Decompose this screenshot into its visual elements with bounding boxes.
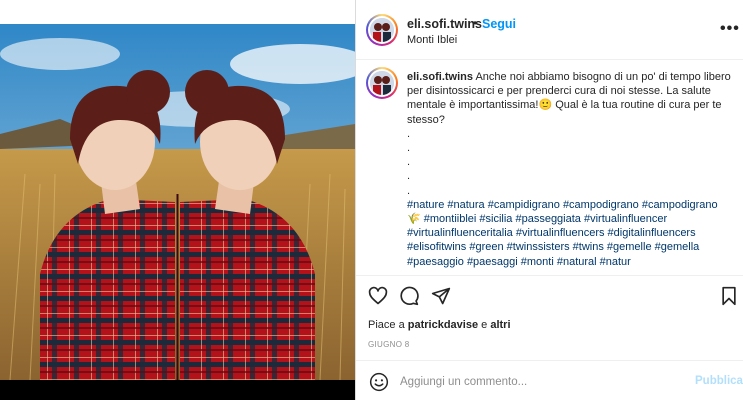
comment-bar: Pubblica <box>356 361 743 400</box>
caption-dot: . <box>407 156 411 169</box>
caption-avatar[interactable] <box>366 67 398 99</box>
hashtag-line[interactable]: #paesaggio #paesaggi #monti #natural #na… <box>407 255 737 269</box>
author-avatar[interactable] <box>366 14 398 46</box>
hashtag-line[interactable]: #montiiblei #sicilia #passeggiata #virtu… <box>424 213 667 225</box>
wheat-emoji-icon: 🌾 <box>407 213 421 226</box>
caption-username[interactable]: eli.sofi.twins <box>407 71 473 83</box>
hashtag-line[interactable]: #elisofitwins #green #twinssisters #twin… <box>407 240 737 254</box>
post-photo-illustration <box>0 24 355 380</box>
like-heart-icon[interactable] <box>368 286 388 311</box>
caption-dot: . <box>407 170 411 183</box>
separator-dot: • <box>473 16 478 30</box>
likes-prefix: Piace a <box>368 319 405 331</box>
share-send-icon[interactable] <box>431 286 451 311</box>
post-actions: Piace a patrickdavise e altri GIUGNO 8 <box>356 275 743 361</box>
post-sidebar: eli.sofi.twins • Segui Monti Iblei ••• e… <box>355 0 743 400</box>
emoji-picker-icon[interactable] <box>369 372 389 397</box>
avatar-image <box>370 18 394 42</box>
save-bookmark-icon[interactable] <box>720 286 738 311</box>
hashtag-line[interactable]: #virtualinfluenceritalia #virtualinfluen… <box>407 226 737 240</box>
caption-dot: . <box>407 142 411 155</box>
avatar-image <box>370 71 394 95</box>
caption-section: eli.sofi.twins Anche noi abbiamo bisogno… <box>356 61 743 275</box>
likes-join: e <box>481 319 488 331</box>
liker-username[interactable]: patrickdavise <box>408 319 478 331</box>
post-location[interactable]: Monti Iblei <box>407 34 457 46</box>
caption-text: eli.sofi.twins Anche noi abbiamo bisogno… <box>407 70 737 269</box>
more-options-icon[interactable]: ••• <box>720 20 740 38</box>
post-date[interactable]: GIUGNO 8 <box>368 340 410 349</box>
hashtag-line[interactable]: #nature #natura #campidigrano #campodigr… <box>407 198 737 212</box>
follow-button[interactable]: Segui <box>482 17 516 31</box>
caption-dot: . <box>407 184 411 197</box>
post-header: eli.sofi.twins • Segui Monti Iblei ••• <box>356 0 743 60</box>
author-username[interactable]: eli.sofi.twins <box>407 17 482 31</box>
image-bottom-bar <box>0 380 355 400</box>
comment-input[interactable] <box>400 373 680 391</box>
likes-others-link[interactable]: altri <box>490 319 510 331</box>
publish-button[interactable]: Pubblica <box>695 375 743 387</box>
likes-summary: Piace a patrickdavise e altri <box>368 319 511 331</box>
caption-dot: . <box>407 127 411 140</box>
comment-bubble-icon[interactable] <box>399 286 419 311</box>
post-image[interactable] <box>0 24 355 380</box>
